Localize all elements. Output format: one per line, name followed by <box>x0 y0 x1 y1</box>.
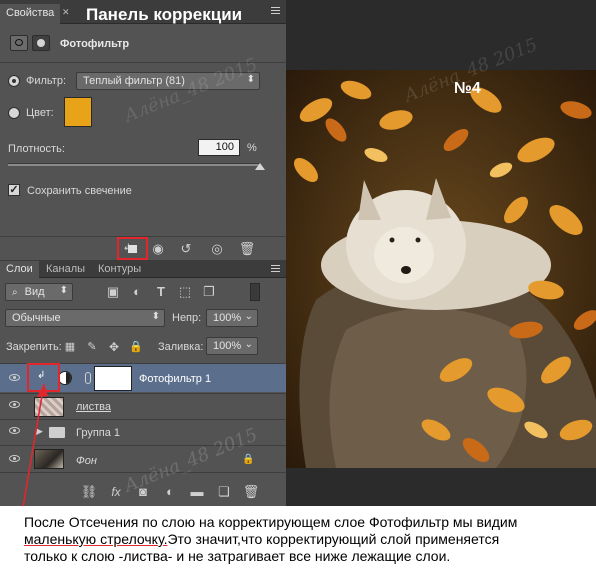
caption-line-2: маленькую стрелочку.Это значит,что корре… <box>24 531 586 548</box>
annotation-arrows <box>15 383 48 549</box>
caption-underlined: маленькую стрелочку. <box>24 531 168 547</box>
pointer-arrowhead <box>37 384 48 397</box>
caption-line-1: После Отсечения по слою на корректирующе… <box>24 514 518 530</box>
caption-text: После Отсечения по слою на корректирующе… <box>0 506 596 584</box>
caption-line-3: только к слою -листва- и не затрагивает … <box>24 548 451 564</box>
caption-line-2-rest: Это значит,что корректирующий слой приме… <box>167 531 500 547</box>
